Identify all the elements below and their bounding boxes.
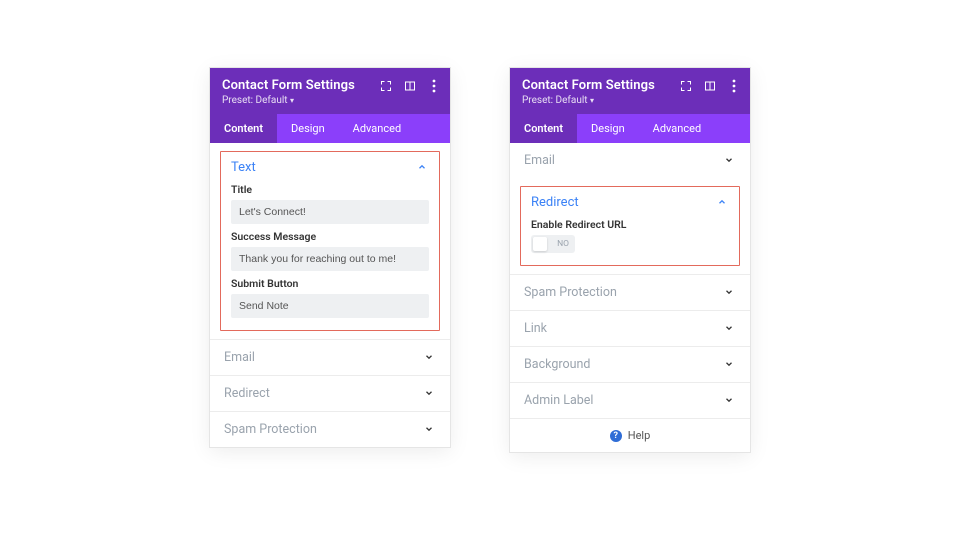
section-email-label: Email	[524, 153, 555, 168]
chevron-down-icon	[724, 323, 736, 335]
chevron-down-icon: ▾	[290, 96, 294, 105]
section-link-label: Link	[524, 321, 547, 336]
more-icon[interactable]	[726, 78, 742, 94]
columns-icon[interactable]	[702, 78, 718, 94]
chevron-up-icon	[717, 197, 729, 209]
section-background-label: Background	[524, 357, 590, 372]
help-label: Help	[628, 429, 651, 442]
section-spam-label: Spam Protection	[524, 285, 617, 300]
section-email-label: Email	[224, 350, 255, 365]
help-button[interactable]: ? Help	[510, 418, 750, 452]
settings-panel-left: Contact Form Settings Preset: Default ▾ …	[210, 68, 450, 447]
section-link[interactable]: Link	[510, 310, 750, 346]
expand-icon[interactable]	[678, 78, 694, 94]
section-redirect-label: Redirect	[531, 195, 579, 210]
section-email[interactable]: Email	[210, 339, 450, 375]
toggle-knob	[533, 237, 547, 251]
enable-redirect-label: Enable Redirect URL	[531, 218, 729, 231]
section-redirect[interactable]: Redirect	[210, 375, 450, 411]
enable-redirect-toggle[interactable]: NO	[531, 235, 575, 253]
tab-design[interactable]: Design	[577, 114, 639, 143]
submit-button-input[interactable]	[231, 294, 429, 318]
tab-advanced[interactable]: Advanced	[639, 114, 715, 143]
tab-design[interactable]: Design	[277, 114, 339, 143]
success-message-label: Success Message	[231, 230, 429, 243]
section-spam[interactable]: Spam Protection	[510, 274, 750, 310]
section-redirect[interactable]: Redirect	[531, 195, 729, 210]
chevron-down-icon	[424, 424, 436, 436]
section-redirect-label: Redirect	[224, 386, 270, 401]
more-icon[interactable]	[426, 78, 442, 94]
chevron-down-icon	[724, 395, 736, 407]
panel-body: Email Redirect Enable Redirect URL NO	[510, 143, 750, 452]
section-admin-label-label: Admin Label	[524, 393, 593, 408]
chevron-down-icon: ▾	[590, 96, 594, 105]
preset-dropdown[interactable]: Preset: Default ▾	[522, 95, 738, 106]
chevron-down-icon	[424, 388, 436, 400]
toggle-label: NO	[557, 239, 569, 249]
title-input[interactable]	[231, 200, 429, 224]
redirect-section-highlight: Redirect Enable Redirect URL NO	[520, 186, 740, 266]
text-section-highlight: Text Title Success Message Submit Button	[220, 151, 440, 331]
preset-label: Preset: Default	[222, 95, 288, 106]
preset-label: Preset: Default	[522, 95, 588, 106]
panel-body: Text Title Success Message Submit Button…	[210, 151, 450, 447]
section-background[interactable]: Background	[510, 346, 750, 382]
success-message-input[interactable]	[231, 247, 429, 271]
preset-dropdown[interactable]: Preset: Default ▾	[222, 95, 438, 106]
settings-panel-right: Contact Form Settings Preset: Default ▾ …	[510, 68, 750, 452]
panel-header: Contact Form Settings Preset: Default ▾	[210, 68, 450, 114]
chevron-down-icon	[724, 359, 736, 371]
chevron-down-icon	[724, 155, 736, 167]
tab-advanced[interactable]: Advanced	[339, 114, 415, 143]
chevron-down-icon	[724, 287, 736, 299]
help-icon: ?	[610, 430, 622, 442]
columns-icon[interactable]	[402, 78, 418, 94]
section-text-label: Text	[231, 160, 256, 175]
tab-content[interactable]: Content	[510, 114, 577, 143]
panel-header: Contact Form Settings Preset: Default ▾	[510, 68, 750, 114]
tab-bar: Content Design Advanced	[510, 114, 750, 143]
tab-bar: Content Design Advanced	[210, 114, 450, 143]
section-spam[interactable]: Spam Protection	[210, 411, 450, 447]
section-spam-label: Spam Protection	[224, 422, 317, 437]
section-text[interactable]: Text	[231, 160, 429, 175]
expand-icon[interactable]	[378, 78, 394, 94]
chevron-up-icon	[417, 162, 429, 174]
chevron-down-icon	[424, 352, 436, 364]
title-label: Title	[231, 183, 429, 196]
tab-content[interactable]: Content	[210, 114, 277, 143]
section-email[interactable]: Email	[510, 143, 750, 178]
section-admin-label[interactable]: Admin Label	[510, 382, 750, 418]
submit-button-label: Submit Button	[231, 277, 429, 290]
